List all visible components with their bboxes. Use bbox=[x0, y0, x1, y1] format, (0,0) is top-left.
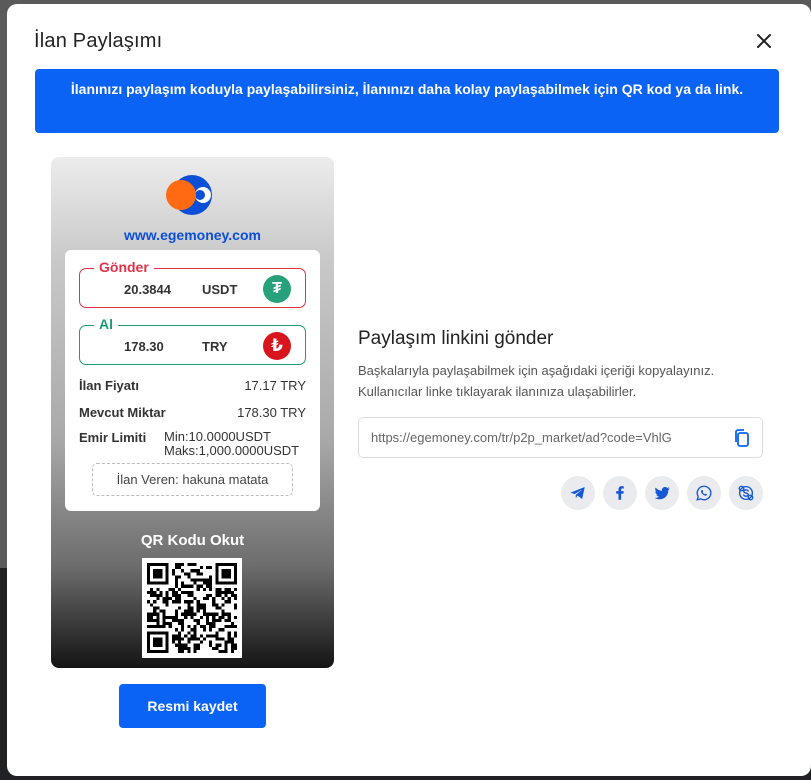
qr-code-image bbox=[147, 563, 237, 653]
facebook-icon bbox=[616, 486, 624, 500]
limit-row: Emir Limiti Min:10.0000USDT Maks:1,000.0… bbox=[79, 430, 306, 460]
egemoney-logo bbox=[163, 174, 213, 216]
telegram-icon bbox=[570, 487, 585, 499]
lira-icon: ₺ bbox=[263, 332, 291, 360]
share-card: www.egemoney.com Gönder 20.3844 USDT ₮ A… bbox=[51, 157, 334, 668]
modal-title: İlan Paylaşımı bbox=[34, 30, 163, 52]
info-banner: İlanınızı paylaşım koduyla paylaşabilirs… bbox=[35, 69, 779, 133]
tether-icon: ₮ bbox=[263, 275, 291, 303]
skype-icon bbox=[738, 485, 754, 501]
site-url: www.egemoney.com bbox=[124, 227, 261, 243]
ad-summary: Gönder 20.3844 USDT ₮ Al 178.30 TRY ₺ İl… bbox=[65, 250, 320, 511]
limit-values: Min:10.0000USDT Maks:1,000.0000USDT bbox=[164, 430, 306, 458]
share-ad-modal: İlan Paylaşımı İlanınızı paylaşım koduyl… bbox=[7, 4, 811, 776]
receive-label: Al bbox=[94, 316, 118, 332]
receive-box: Al 178.30 TRY ₺ bbox=[79, 316, 306, 365]
send-label: Gönder bbox=[94, 259, 154, 275]
close-button[interactable] bbox=[751, 28, 777, 54]
available-value: 178.30 TRY bbox=[237, 405, 306, 420]
save-image-button[interactable]: Resmi kaydet bbox=[119, 684, 266, 728]
available-label: Mevcut Miktar bbox=[79, 405, 166, 420]
receive-currency: TRY bbox=[202, 339, 228, 354]
close-icon bbox=[757, 34, 771, 48]
whatsapp-icon bbox=[696, 485, 712, 501]
twitter-share-button[interactable] bbox=[645, 476, 679, 510]
copy-icon bbox=[735, 429, 749, 447]
seller-badge: İlan Veren: hakuna matata bbox=[92, 463, 293, 496]
qr-code bbox=[142, 558, 242, 658]
limit-label: Emir Limiti bbox=[79, 430, 147, 445]
facebook-share-button[interactable] bbox=[603, 476, 637, 510]
share-description: Başkalarıyla paylaşabilmek için aşağıdak… bbox=[358, 363, 715, 399]
twitter-icon bbox=[654, 486, 670, 500]
price-label: İlan Fiyatı bbox=[79, 378, 139, 393]
price-value: 17.17 TRY bbox=[244, 378, 306, 393]
telegram-share-button[interactable] bbox=[561, 476, 595, 510]
share-title: Paylaşım linkini gönder bbox=[358, 328, 554, 349]
qr-title: QR Kodu Okut bbox=[140, 532, 245, 549]
send-currency: USDT bbox=[202, 282, 238, 297]
copy-link-button[interactable] bbox=[731, 427, 753, 449]
share-link-box bbox=[358, 417, 763, 458]
send-box: Gönder 20.3844 USDT ₮ bbox=[79, 259, 306, 308]
skype-share-button[interactable] bbox=[729, 476, 763, 510]
send-amount: 20.3844 bbox=[124, 282, 171, 297]
receive-amount: 178.30 bbox=[124, 339, 164, 354]
limit-max: Maks:1,000.0000USDT bbox=[164, 443, 300, 458]
limit-min: Min:10.0000USDT bbox=[164, 429, 271, 444]
whatsapp-share-button[interactable] bbox=[687, 476, 721, 510]
share-link-input[interactable] bbox=[371, 418, 723, 457]
